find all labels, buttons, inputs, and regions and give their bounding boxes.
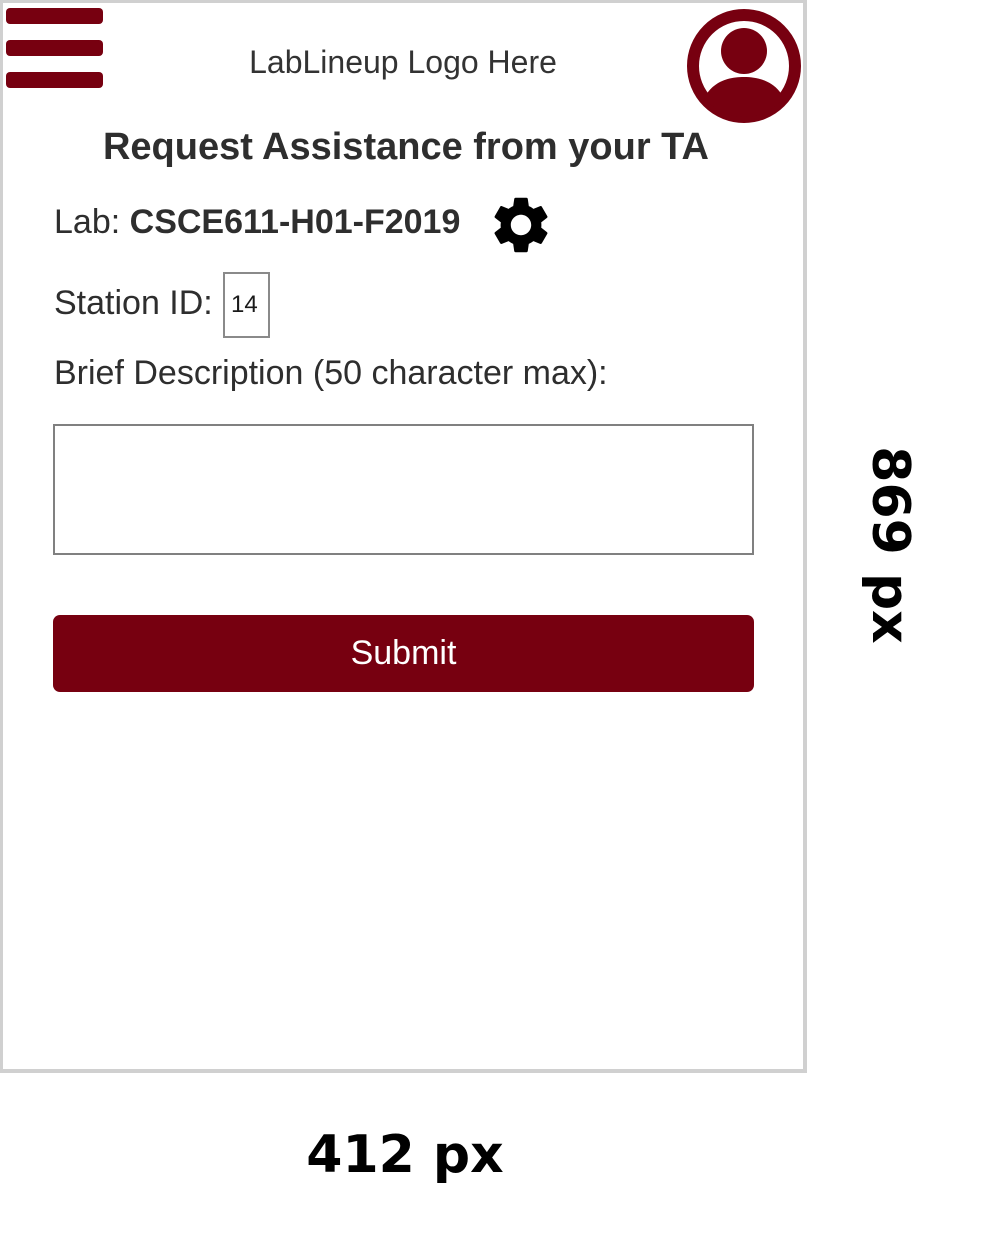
app-logo: LabLineup Logo Here: [249, 44, 557, 80]
menu-bar: [6, 8, 103, 24]
page-title: Request Assistance from your TA: [102, 126, 710, 168]
lab-label: Lab:: [54, 203, 121, 241]
description-input[interactable]: [53, 424, 754, 555]
description-label: Brief Description (50 character max):: [54, 354, 608, 392]
width-dimension-label: 412 px: [306, 1125, 504, 1185]
station-id-input[interactable]: [223, 272, 270, 338]
phone-frame: LabLineup Logo Here Request Assistance f…: [0, 0, 807, 1073]
height-dimension-text: 869 px: [860, 446, 920, 644]
menu-bar: [6, 72, 103, 88]
user-avatar-icon[interactable]: [685, 7, 803, 125]
hamburger-menu-icon[interactable]: [6, 6, 104, 90]
lab-id: CSCE611-H01-F2019: [129, 203, 461, 241]
menu-bar: [6, 40, 103, 56]
station-id-label: Station ID:: [54, 284, 213, 322]
height-dimension-label: 869 px: [860, 446, 920, 643]
submit-button[interactable]: Submit: [53, 615, 754, 692]
lab-info: Lab: CSCE611-H01-F2019: [54, 203, 460, 242]
gear-icon[interactable]: [487, 191, 555, 259]
